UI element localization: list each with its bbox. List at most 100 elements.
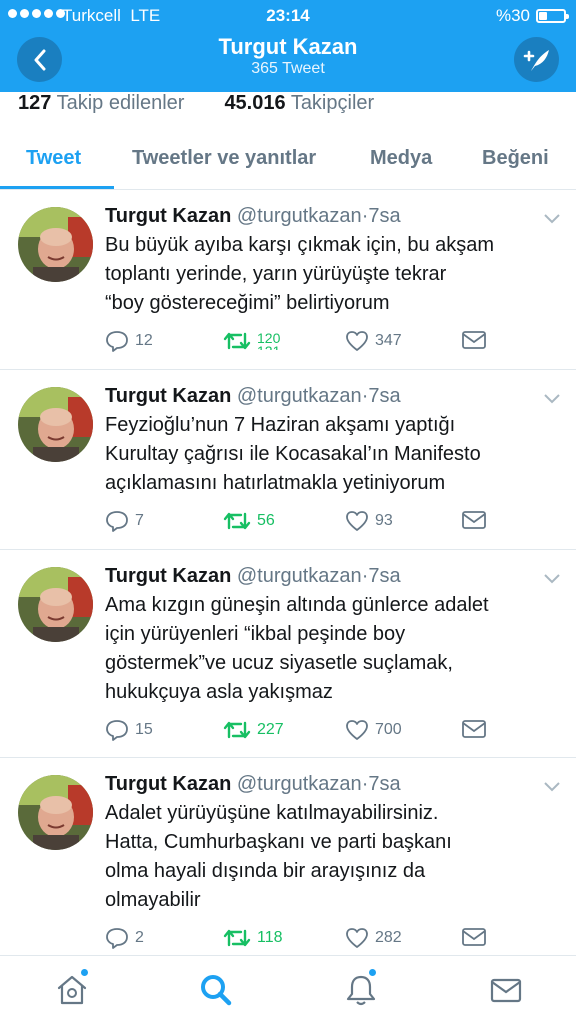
reply-count: 12: [135, 332, 153, 349]
heart-icon: [346, 331, 368, 351]
tweet-header: Turgut Kazan @turgutkazan·7sa: [105, 772, 401, 796]
reply-icon: [106, 331, 128, 352]
reply-count: 2: [135, 929, 144, 946]
like-button[interactable]: 282: [345, 927, 402, 949]
author-handle[interactable]: @turgutkazan: [237, 385, 362, 407]
reply-button[interactable]: 7: [105, 510, 144, 532]
envelope-icon: [462, 928, 486, 946]
followers-stat[interactable]: 45.016 Takipçiler: [224, 92, 374, 116]
tweet-header: Turgut Kazan @turgutkazan·7sa: [105, 204, 401, 228]
retweet-count-animating: 120 121: [257, 332, 280, 350]
tweet-actions: 7 56 93: [105, 510, 495, 536]
avatar-image: [18, 387, 93, 462]
chevron-down-icon[interactable]: [542, 572, 562, 586]
avatar-image: [18, 207, 93, 282]
chevron-down-icon[interactable]: [542, 780, 562, 794]
author-handle[interactable]: @turgutkazan: [237, 205, 362, 227]
compose-tweet-icon: [523, 49, 549, 71]
avatar[interactable]: [18, 567, 93, 642]
nav-search[interactable]: [198, 972, 234, 1008]
retweet-icon: [223, 721, 251, 739]
tweet-text: Adalet yürüyüşüne katılmayabilirsiniz. H…: [105, 802, 452, 911]
author-name[interactable]: Turgut Kazan: [105, 565, 231, 587]
battery-icon: [536, 9, 569, 23]
tweet-text: Bu büyük ayıba karşı çıkmak için, bu akş…: [105, 234, 495, 314]
direct-message-button[interactable]: [461, 719, 487, 739]
direct-message-button[interactable]: [461, 927, 487, 947]
battery-percentage: %30: [495, 6, 530, 25]
page-title: Turgut Kazan: [218, 34, 358, 59]
avatar[interactable]: [18, 775, 93, 850]
retweet-count: 56: [257, 512, 275, 529]
envelope-icon: [462, 720, 486, 738]
compose-tweet-button[interactable]: [514, 37, 559, 82]
author-name[interactable]: Turgut Kazan: [105, 773, 231, 795]
nav-home[interactable]: [54, 968, 90, 1008]
like-count: 347: [375, 332, 402, 349]
author-name[interactable]: Turgut Kazan: [105, 385, 231, 407]
tweet[interactable]: Turgut Kazan @turgutkazan·7sa Adalet yür…: [0, 758, 576, 955]
tweet[interactable]: Turgut Kazan @turgutkazan·7sa Ama kızgın…: [0, 550, 576, 758]
reply-button[interactable]: 2: [105, 927, 144, 949]
profile-title: Turgut Kazan 365 Tweet: [0, 34, 576, 78]
retweet-icon: [223, 512, 251, 530]
reply-count: 15: [135, 721, 153, 738]
retweet-icon: [223, 929, 251, 947]
retweet-button[interactable]: 56: [223, 510, 275, 532]
active-tab-indicator: [0, 186, 114, 189]
chevron-down-icon[interactable]: [542, 212, 562, 226]
reply-button[interactable]: 12: [105, 330, 153, 352]
retweet-button[interactable]: 120 121: [223, 330, 280, 352]
author-handle[interactable]: @turgutkazan: [237, 773, 362, 795]
profile-tabs: Tweet Tweetler ve yanıtlar Medya Beğeni: [0, 130, 576, 190]
heart-icon: [346, 928, 368, 948]
nav-messages[interactable]: [488, 972, 524, 1008]
retweet-count-next: 121: [257, 344, 280, 350]
tweet[interactable]: Turgut Kazan @turgutkazan·7sa Bu büyük a…: [0, 190, 576, 370]
author-handle[interactable]: @turgutkazan: [237, 565, 362, 587]
reply-button[interactable]: 15: [105, 719, 153, 741]
tab-media[interactable]: Medya: [370, 147, 432, 170]
retweet-icon: [223, 332, 251, 350]
reply-count: 7: [135, 512, 144, 529]
retweet-button[interactable]: 118: [223, 927, 283, 949]
tweet-time: ·7sa: [361, 565, 401, 587]
like-button[interactable]: 700: [345, 719, 402, 741]
direct-message-button[interactable]: [461, 330, 487, 350]
top-bar: Turkcell LTE 23:14 %30 Turgut Kazan 365 …: [0, 0, 576, 92]
profile-stats: 127 Takip edilenler 45.016 Takipçiler: [18, 92, 374, 116]
tweet-actions: 15 227 700: [105, 719, 495, 745]
bottom-navigation: [0, 955, 576, 1024]
tab-likes[interactable]: Beğeni: [482, 147, 549, 170]
tweet-header: Turgut Kazan @turgutkazan·7sa: [105, 384, 401, 408]
notifications-badge: [368, 968, 377, 977]
direct-message-button[interactable]: [461, 510, 487, 530]
heart-icon: [346, 720, 368, 740]
avatar-image: [18, 567, 93, 642]
status-bar: Turkcell LTE 23:14 %30: [0, 0, 576, 32]
home-badge: [80, 968, 89, 977]
home-icon: [57, 975, 87, 1005]
reply-icon: [106, 720, 128, 741]
chevron-down-icon[interactable]: [542, 392, 562, 406]
retweet-button[interactable]: 227: [223, 719, 284, 741]
retweet-count: 227: [257, 721, 284, 738]
tweet-actions: 12 120 121 347: [105, 330, 495, 356]
like-button[interactable]: 93: [345, 510, 393, 532]
avatar[interactable]: [18, 207, 93, 282]
author-name[interactable]: Turgut Kazan: [105, 205, 231, 227]
envelope-icon: [462, 331, 486, 349]
following-stat[interactable]: 127 Takip edilenler: [18, 92, 184, 116]
nav-notifications[interactable]: [343, 968, 379, 1008]
like-button[interactable]: 347: [345, 330, 402, 352]
messages-icon: [490, 978, 522, 1003]
reply-icon: [106, 928, 128, 949]
avatar[interactable]: [18, 387, 93, 462]
retweet-count: 118: [257, 929, 283, 946]
like-count: 282: [375, 929, 402, 946]
tab-tweet[interactable]: Tweet: [26, 147, 81, 170]
tab-tweets-and-replies[interactable]: Tweetler ve yanıtlar: [132, 147, 316, 170]
notifications-icon: [346, 975, 376, 1006]
tweet[interactable]: Turgut Kazan @turgutkazan·7sa Feyzioğlu’…: [0, 370, 576, 550]
tweet-actions: 2 118 282: [105, 927, 495, 953]
